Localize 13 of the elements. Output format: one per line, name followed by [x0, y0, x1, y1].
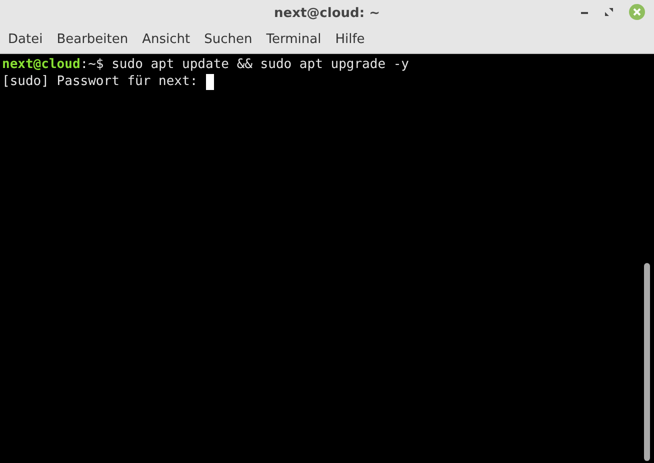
menu-item[interactable]: Suchen	[200, 32, 260, 47]
menu-item[interactable]: Bearbeiten	[52, 32, 136, 47]
command-text: sudo apt update && sudo apt upgrade -y	[110, 56, 410, 73]
scrollbar-thumb[interactable]	[644, 263, 650, 461]
output-text: [sudo] Passwort für next:	[2, 73, 199, 90]
maximize-icon[interactable]	[604, 7, 614, 17]
menu-item[interactable]: Terminal	[262, 32, 330, 47]
prompt-path: :~$	[80, 56, 104, 73]
menu-item[interactable]: Hilfe	[331, 32, 373, 47]
menu-item[interactable]: Ansicht	[138, 32, 198, 47]
prompt-user-host: next@cloud	[2, 56, 80, 73]
window-title: next@cloud: ~	[274, 6, 380, 20]
menu-item[interactable]: Datei	[4, 32, 51, 47]
